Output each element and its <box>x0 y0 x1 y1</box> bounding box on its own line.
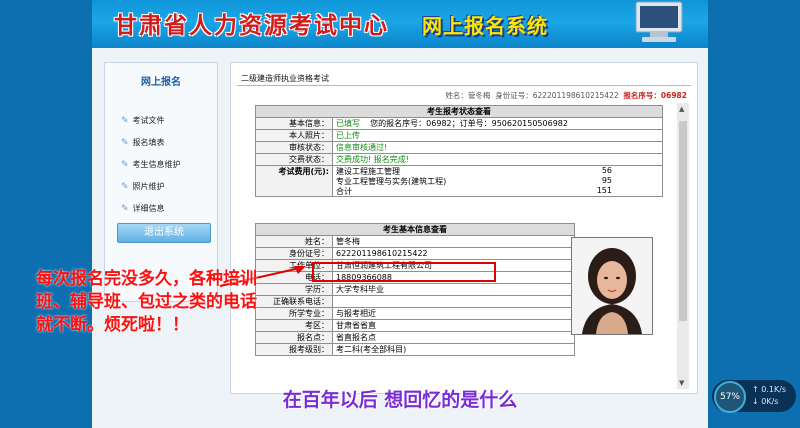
main-page: 网上报名 ✎ 考试文件 ✎ 报名填表 ✎ 考生信息维护 ✎ 照片维护 ✎ 详细信息 退出系… <box>92 48 708 428</box>
table-row: 基本信息： 已填写 您的报名序号：06982；订单号：9506201505069… <box>255 117 663 130</box>
portrait-image <box>572 238 652 334</box>
site-banner: 甘肃省人力资源考试中心 网上报名系统 <box>92 0 708 48</box>
pin-icon: ✎ <box>121 160 129 170</box>
system-title: 网上报名系统 <box>422 14 548 38</box>
table-row: 姓名： 管冬梅 <box>255 235 575 248</box>
table-row: 考区： 甘肃省省直 <box>255 319 575 332</box>
status-section-title: 考生报考状态查看 <box>255 105 663 118</box>
fee-total: 合计 151 <box>336 186 612 196</box>
table-row: 审核状态： 信息审核通过! <box>255 141 663 154</box>
upload-speed: ↑ 0.1K/s <box>752 385 787 394</box>
annotation-text: 每次报名完没多久，各种培训班、辅导班、包过之类的电话就不断。烦死啦！！ <box>36 269 257 335</box>
exam-name: 二级建造师执业资格考试 <box>241 74 329 83</box>
pin-icon: ✎ <box>121 116 129 126</box>
table-row: 报考级别： 考二科(考全部科目) <box>255 343 575 356</box>
sidebar-item-details[interactable]: ✎ 详细信息 <box>121 203 165 214</box>
fee-item: 建设工程施工管理 56 <box>336 166 612 176</box>
fee-item: 专业工程管理与实务(建筑工程) 95 <box>336 176 612 186</box>
sidebar-item-candidate-info[interactable]: ✎ 考生信息维护 <box>121 159 181 170</box>
sidebar-item-photo[interactable]: ✎ 照片维护 <box>121 181 165 192</box>
scrollbar-thumb[interactable] <box>679 121 687 321</box>
pin-icon: ✎ <box>121 204 129 214</box>
content-panel: 二级建造师执业资格考试 姓名：管冬梅 身份证号：6222011986102154… <box>230 62 698 394</box>
speed-percent: 57% <box>714 381 746 413</box>
scrollbar[interactable]: ▲ ▼ <box>677 103 689 389</box>
scroll-up-icon[interactable]: ▲ <box>679 105 684 113</box>
candidate-summary: 姓名：管冬梅 身份证号：622201198610215422 报名序号：0698… <box>445 91 687 100</box>
download-speed: ↓ 0K/s <box>752 397 779 406</box>
table-row: 交费状态： 交费成功! 报名完成! <box>255 153 663 166</box>
logout-button[interactable]: 退出系统 <box>117 223 211 243</box>
phone-highlight-box <box>312 262 496 282</box>
site-title: 甘肃省人力资源考试中心 <box>114 12 389 39</box>
candidate-photo <box>571 237 653 335</box>
divider <box>237 85 691 86</box>
basic-section-title: 考生基本信息查看 <box>255 223 575 236</box>
pin-icon: ✎ <box>121 182 129 192</box>
pin-icon: ✎ <box>121 138 129 148</box>
table-row: 正确联系电话： <box>255 295 575 308</box>
table-row: 报名点： 省直报名点 <box>255 331 575 344</box>
video-subtitle: 在百年以后 想回忆的是什么 <box>282 389 518 411</box>
table-row: 所学专业： 与报考相近 <box>255 307 575 320</box>
sidebar-item-registration-form[interactable]: ✎ 报名填表 <box>121 137 165 148</box>
fee-row: 考试费用(元): 建设工程施工管理 56 专业工程管理与实务(建筑工程) 95 合计… <box>255 165 663 197</box>
sidebar-title: 网上报名 <box>141 77 181 88</box>
sidebar: 网上报名 ✎ 考试文件 ✎ 报名填表 ✎ 考生信息维护 ✎ 照片维护 ✎ 详细信息 退出系… <box>104 62 218 302</box>
status-table: 考生报考状态查看 基本信息： 已填写 您的报名序号：06982；订单号：9506… <box>255 105 663 197</box>
table-row: 身份证号： 622201198610215422 <box>255 247 575 260</box>
network-speed-widget[interactable]: 57% ↑ 0.1K/s ↓ 0K/s <box>712 380 796 413</box>
table-row: 本人照片： 已上传 <box>255 129 663 142</box>
computer-monitor-icon <box>635 1 683 42</box>
sidebar-item-exam-files[interactable]: ✎ 考试文件 <box>121 115 165 126</box>
